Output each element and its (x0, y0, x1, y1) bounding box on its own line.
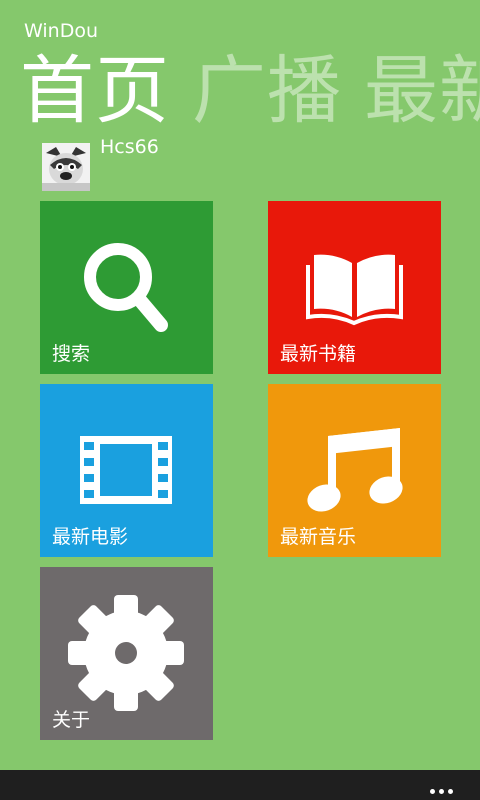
tile-latest-books-label: 最新书籍 (280, 343, 357, 365)
tile-latest-books[interactable]: 最新书籍 (268, 201, 441, 374)
tile-search[interactable]: 搜索 (40, 201, 213, 374)
tile-search-label: 搜索 (52, 343, 91, 365)
tile-about-label: 关于 (52, 709, 91, 731)
more-options-icon[interactable] (430, 779, 458, 794)
pivot-item-latest[interactable]: 最新 (364, 46, 480, 136)
dog-avatar-icon (42, 143, 90, 191)
pivot-item-home[interactable]: 首页 (20, 46, 170, 136)
pivot-header: 首页 广播 最新 (20, 46, 480, 136)
app-bar (0, 770, 480, 800)
tile-latest-music[interactable]: 最新音乐 (268, 384, 441, 557)
tile-latest-movies[interactable]: 最新电影 (40, 384, 213, 557)
tile-latest-movies-label: 最新电影 (52, 526, 129, 548)
tile-latest-music-label: 最新音乐 (280, 526, 357, 548)
app-title: WinDou (24, 20, 98, 42)
pivot-item-broadcast[interactable]: 广播 (192, 46, 342, 136)
avatar[interactable] (42, 143, 90, 191)
username[interactable]: Hcs66 (100, 136, 159, 158)
tile-about[interactable]: 关于 (40, 567, 213, 740)
